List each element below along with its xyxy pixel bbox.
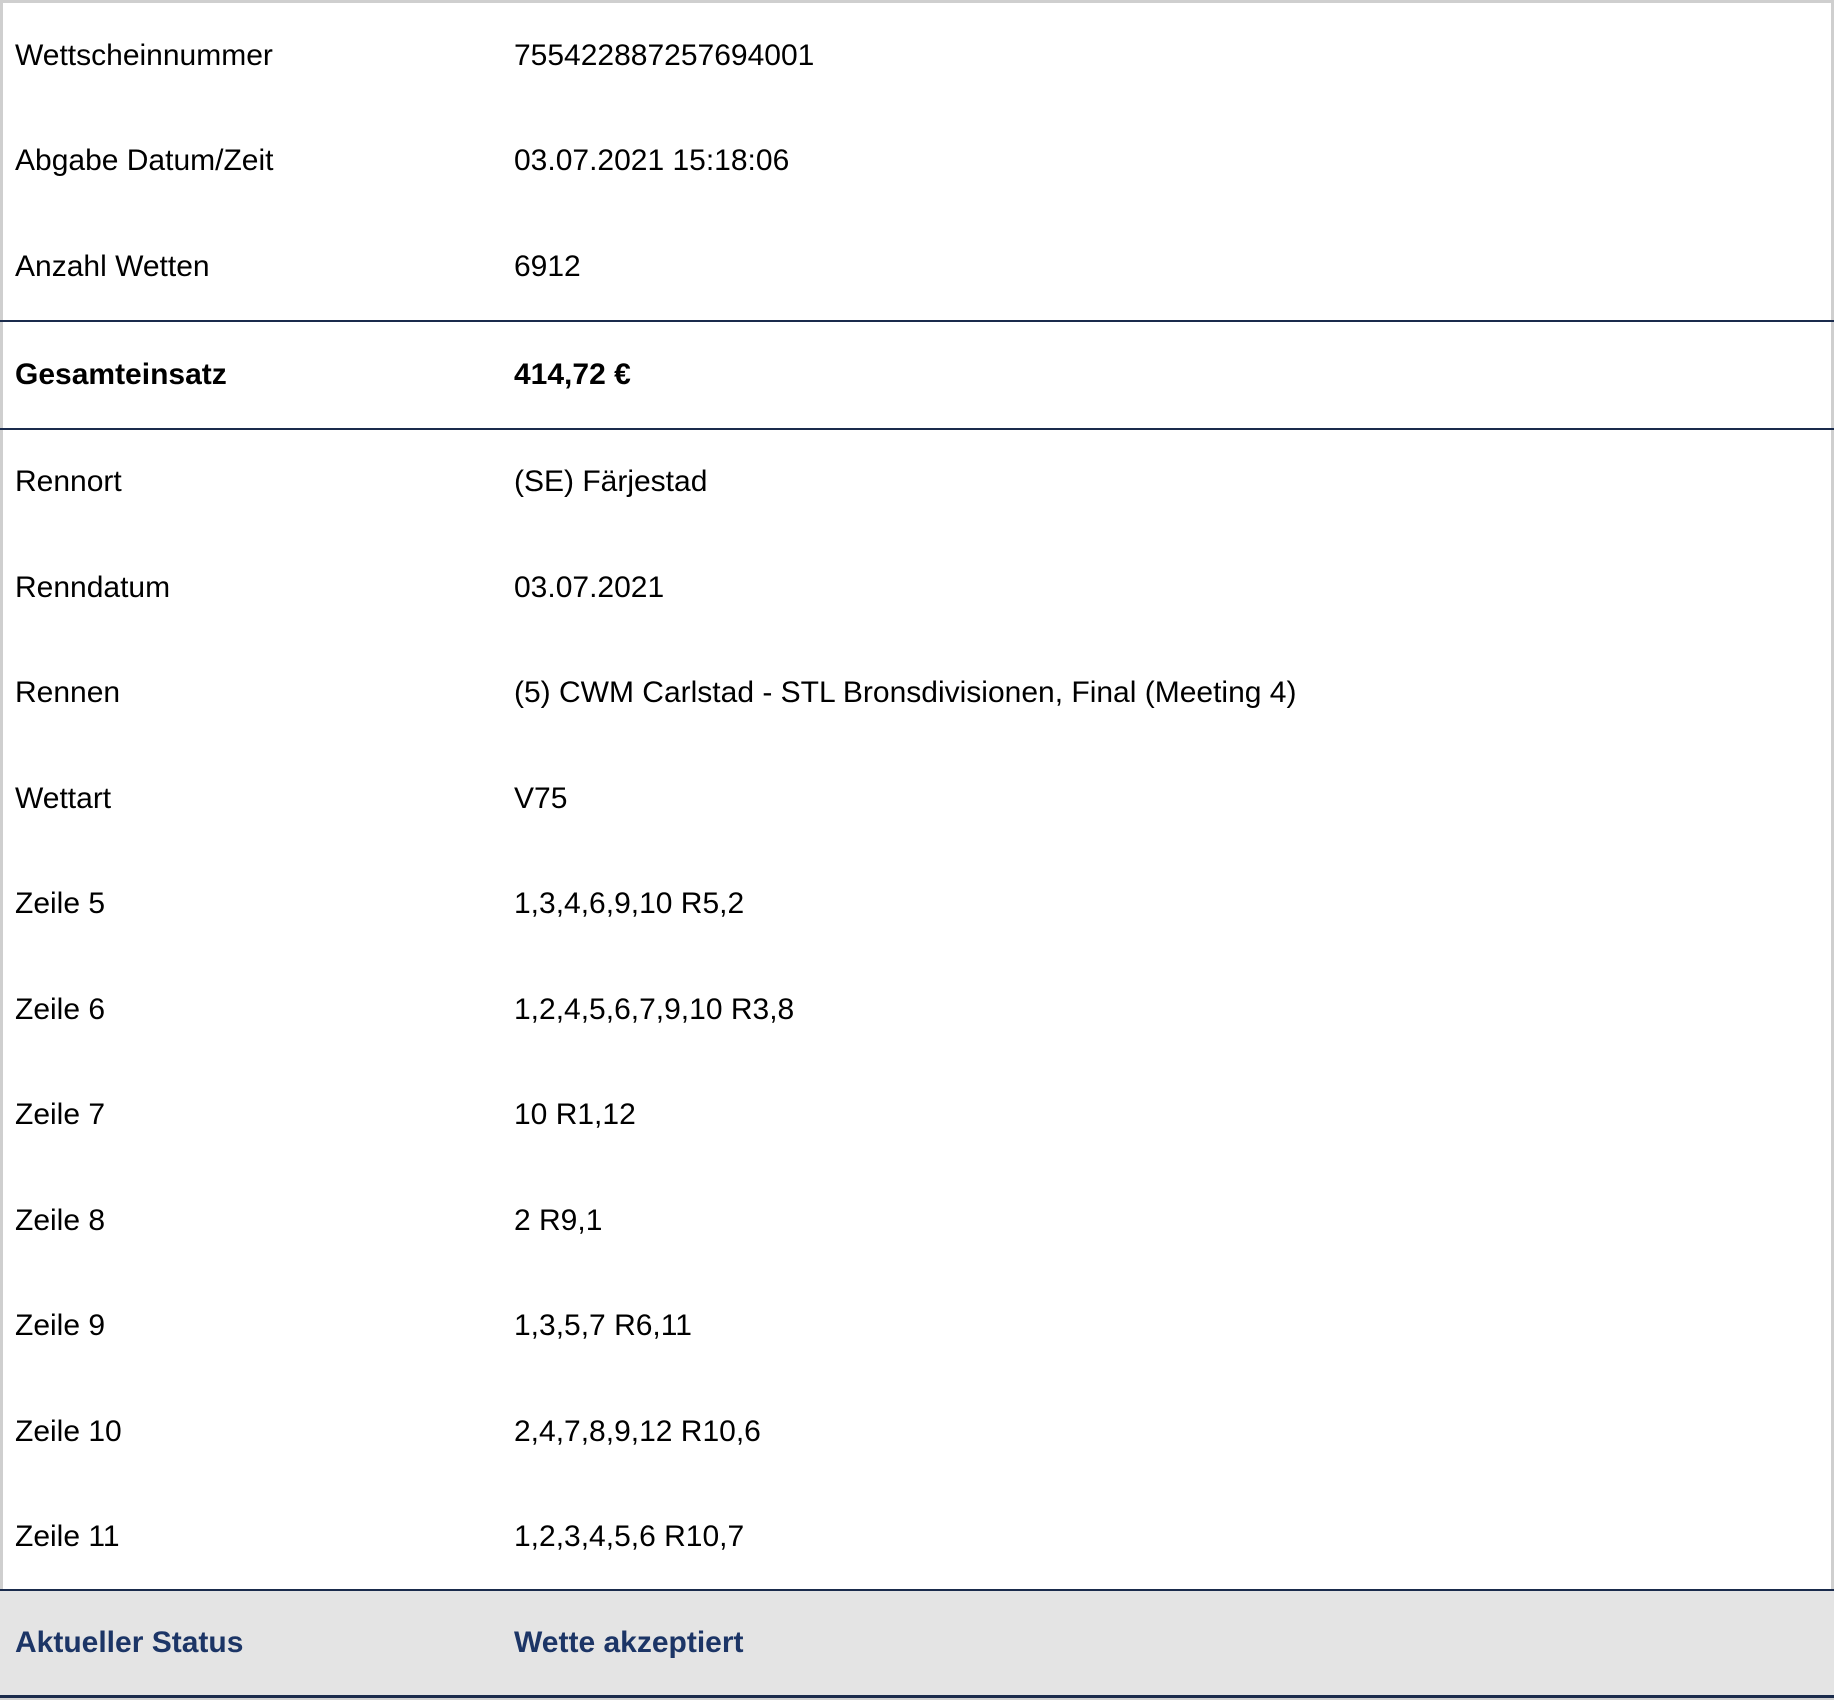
total-stake-label: Gesamteinsatz bbox=[15, 357, 227, 391]
row-line-9: Zeile 9 1,3,5,7 R6,11 bbox=[0, 1274, 1834, 1380]
row-race-date: Renndatum 03.07.2021 bbox=[0, 535, 1834, 641]
ticket-number-label: Wettscheinnummer bbox=[15, 38, 273, 72]
line-10-label: Zeile 10 bbox=[15, 1414, 122, 1448]
line-9-value: 1,3,5,7 R6,11 bbox=[514, 1309, 692, 1343]
row-race: Rennen (5) CWM Carlstad - STL Bronsdivis… bbox=[0, 641, 1834, 747]
row-submission-datetime: Abgabe Datum/Zeit 03.07.2021 15:18:06 bbox=[0, 109, 1834, 215]
race-label: Rennen bbox=[15, 676, 121, 710]
line-6-label: Zeile 6 bbox=[15, 992, 106, 1026]
line-8-value: 2 R9,1 bbox=[514, 1203, 603, 1237]
row-line-7: Zeile 7 10 R1,12 bbox=[0, 1063, 1834, 1169]
bet-type-label: Wettart bbox=[15, 781, 112, 815]
bet-count-label: Anzahl Wetten bbox=[15, 249, 210, 283]
line-10-value: 2,4,7,8,9,12 R10,6 bbox=[514, 1414, 761, 1448]
row-line-5: Zeile 5 1,3,4,6,9,10 R5,2 bbox=[0, 852, 1834, 958]
line-5-label: Zeile 5 bbox=[15, 887, 106, 921]
ticket-number-value: 755422887257694001 bbox=[514, 38, 815, 72]
bet-count-value: 6912 bbox=[514, 249, 581, 283]
line-6-value: 1,2,4,5,6,7,9,10 R3,8 bbox=[514, 992, 795, 1026]
row-bet-count: Anzahl Wetten 6912 bbox=[0, 214, 1834, 320]
row-line-11: Zeile 11 1,2,3,4,5,6 R10,7 bbox=[0, 1485, 1834, 1591]
race-date-label: Renndatum bbox=[15, 570, 171, 604]
status-badge: Wette akzeptiert bbox=[514, 1626, 744, 1659]
line-11-label: Zeile 11 bbox=[15, 1520, 120, 1554]
line-7-value: 10 R1,12 bbox=[514, 1098, 636, 1132]
total-stake-value: 414,72 € bbox=[514, 357, 631, 391]
row-line-8: Zeile 8 2 R9,1 bbox=[0, 1168, 1834, 1274]
bet-type-value: V75 bbox=[514, 781, 568, 815]
line-8-label: Zeile 8 bbox=[15, 1203, 106, 1237]
line-5-value: 1,3,4,6,9,10 R5,2 bbox=[514, 887, 745, 921]
line-7-label: Zeile 7 bbox=[15, 1098, 106, 1132]
row-bet-type: Wettart V75 bbox=[0, 746, 1834, 852]
submission-datetime-value: 03.07.2021 15:18:06 bbox=[514, 144, 790, 178]
venue-label: Rennort bbox=[15, 465, 122, 499]
submission-datetime-label: Abgabe Datum/Zeit bbox=[15, 144, 274, 178]
race-date-value: 03.07.2021 bbox=[514, 570, 665, 604]
row-line-10: Zeile 10 2,4,7,8,9,12 R10,6 bbox=[0, 1379, 1834, 1485]
line-11-value: 1,2,3,4,5,6 R10,7 bbox=[514, 1520, 745, 1554]
row-ticket-number: Wettscheinnummer 755422887257694001 bbox=[0, 3, 1834, 109]
bet-ticket-details: Wettscheinnummer 755422887257694001 Abga… bbox=[0, 3, 1834, 1590]
race-value: (5) CWM Carlstad - STL Bronsdivisionen, … bbox=[514, 676, 1297, 710]
line-9-label: Zeile 9 bbox=[15, 1309, 106, 1343]
row-venue: Rennort (SE) Färjestad bbox=[0, 430, 1834, 536]
row-total-stake: Gesamteinsatz 414,72 € bbox=[0, 319, 1834, 430]
row-line-6: Zeile 6 1,2,4,5,6,7,9,10 R3,8 bbox=[0, 957, 1834, 1063]
venue-value: (SE) Färjestad bbox=[514, 465, 708, 499]
row-current-status: Aktueller Status Wette akzeptiert bbox=[0, 1589, 1834, 1698]
current-status-label: Aktueller Status bbox=[15, 1626, 244, 1659]
